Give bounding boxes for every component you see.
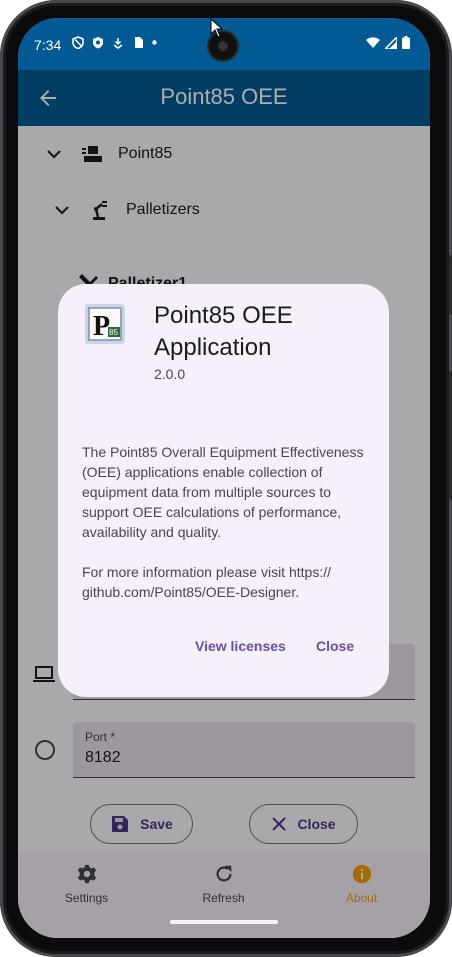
shield-check-icon [93, 37, 103, 49]
dialog-title: Point85 OEE Application [154, 302, 293, 361]
dialog-version: 2.0.0 [154, 366, 186, 382]
view-licenses-button[interactable]: View licenses [195, 638, 286, 654]
status-bar: 7:34 [18, 18, 430, 70]
status-right-icons [366, 36, 410, 49]
dialog-more-info: For more information please visit https:… [82, 564, 331, 600]
about-dialog: P 85 Point85 OEE Application 2.0.0 The P… [58, 284, 389, 697]
dot-icon [152, 40, 157, 45]
svg-text:P: P [93, 311, 110, 342]
shield-outline-icon [72, 36, 84, 49]
download-shield-icon [113, 38, 123, 49]
battery-icon [402, 36, 410, 49]
status-left-icons [72, 36, 157, 49]
status-time: 7:34 [34, 37, 62, 53]
gesture-bar[interactable] [170, 920, 278, 924]
dialog-close-button[interactable]: Close [316, 638, 354, 654]
wifi-icon [366, 36, 380, 48]
dialog-description: The Point85 Overall Equipment Effectiven… [82, 444, 364, 540]
sim-card-icon [135, 37, 143, 48]
app-logo-image: P 85 [85, 304, 125, 344]
signal-icon [385, 36, 397, 49]
phone-screen: 7:34 Point85 OEE Point85 Palletizers Por… [18, 18, 430, 938]
dialog-body: The Point85 Overall Equipment Effectiven… [82, 442, 372, 622]
app-logo: P 85 [85, 304, 125, 344]
svg-text:85: 85 [109, 328, 118, 337]
mouse-cursor-icon [210, 18, 224, 38]
